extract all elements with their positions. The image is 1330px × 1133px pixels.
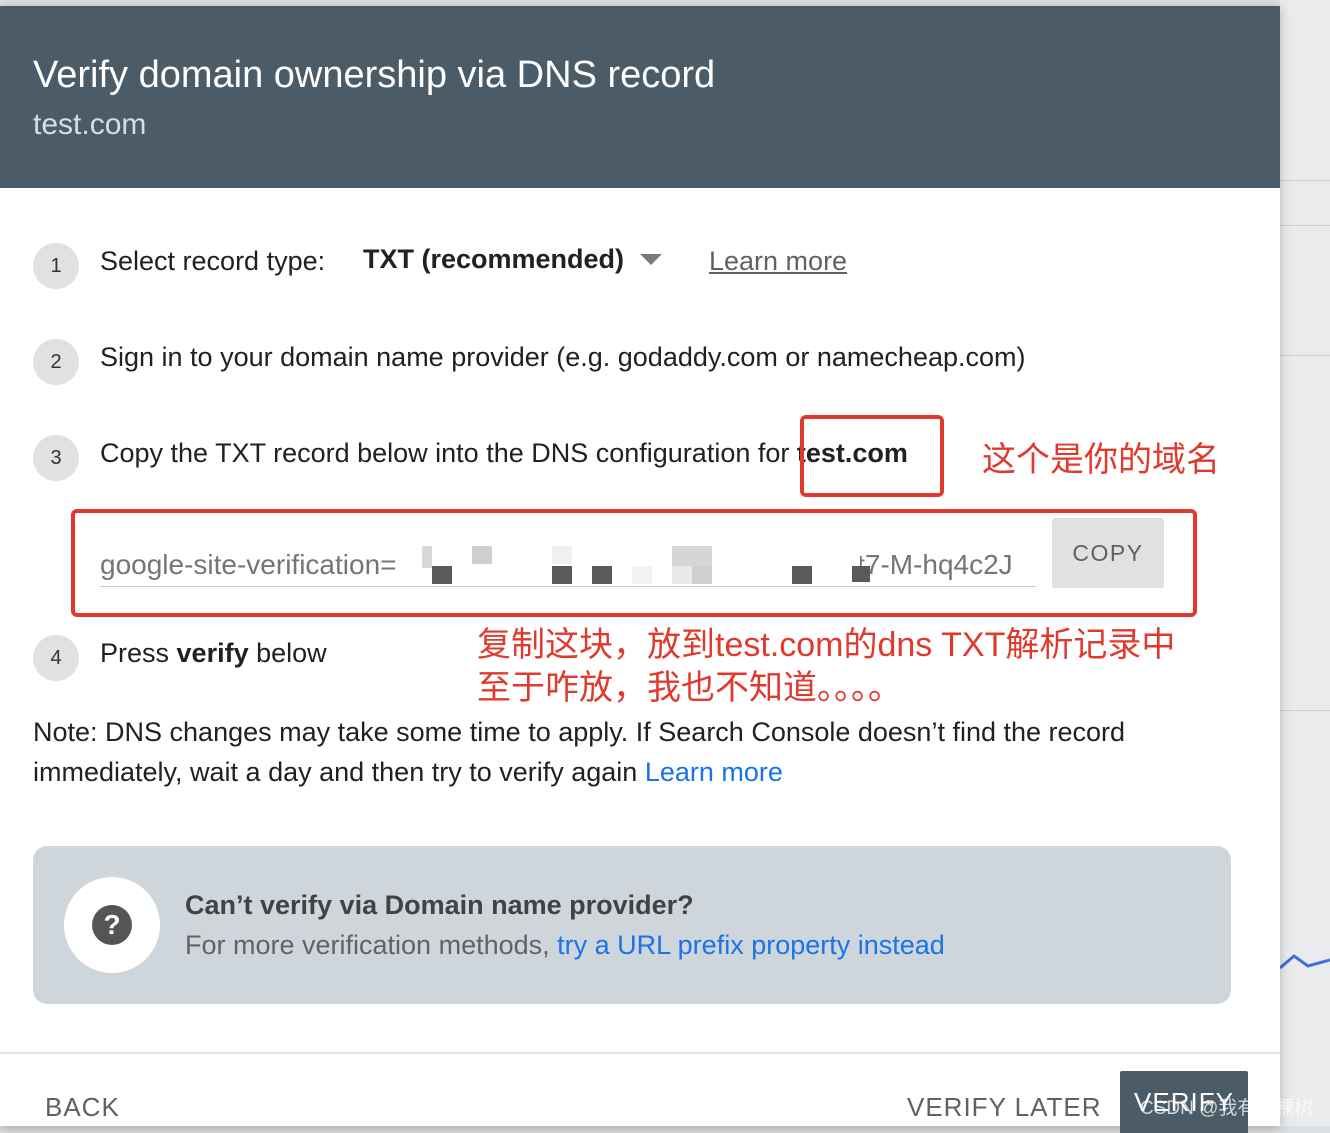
note-learn-more-link[interactable]: Learn more bbox=[645, 757, 783, 787]
url-prefix-link[interactable]: try a URL prefix property instead bbox=[557, 930, 945, 960]
step-3-label: Copy the TXT record below into the DNS c… bbox=[100, 438, 908, 469]
dialog-title: Verify domain ownership via DNS record bbox=[33, 54, 716, 96]
help-body-text: For more verification methods, bbox=[185, 930, 558, 960]
step-number-1: 1 bbox=[33, 243, 79, 289]
annotation-copy-note-2: 至于咋放，我也不知道。。。。 bbox=[477, 669, 902, 707]
background-chart-line bbox=[1280, 954, 1330, 970]
dropdown-arrow-icon bbox=[640, 254, 663, 265]
step-4-text-post: below bbox=[248, 638, 327, 668]
annotation-record-box bbox=[71, 509, 1197, 617]
step-number-3: 3 bbox=[33, 435, 79, 481]
annotation-domain-note: 这个是你的域名 bbox=[982, 441, 1220, 479]
annotation-copy-note-1: 复制这块，放到test.com的dns TXT解析记录中 bbox=[477, 626, 1176, 664]
background-divider bbox=[1280, 225, 1330, 226]
annotation-domain-box bbox=[800, 415, 944, 497]
dns-note-text: Note: DNS changes may take some time to … bbox=[33, 717, 1126, 787]
dialog-header: Verify domain ownership via DNS record t… bbox=[0, 6, 1280, 188]
help-icon-container: ? bbox=[64, 877, 160, 973]
learn-more-link[interactable]: Learn more bbox=[709, 246, 847, 277]
dns-note: Note: DNS changes may take some time to … bbox=[33, 712, 1233, 792]
step-number-2: 2 bbox=[33, 339, 79, 385]
step-1-label: Select record type: bbox=[100, 246, 326, 276]
verify-later-button[interactable]: VERIFY LATER bbox=[907, 1092, 1102, 1123]
record-type-value: TXT (recommended) bbox=[363, 244, 625, 274]
record-type-select[interactable]: TXT (recommended) bbox=[363, 244, 663, 275]
step-2-label: Sign in to your domain name provider (e.… bbox=[100, 342, 1026, 372]
step-number-4: 4 bbox=[33, 635, 79, 681]
footer-divider bbox=[0, 1052, 1280, 1054]
background-divider bbox=[1280, 355, 1330, 356]
step-4-label: Press verify below bbox=[100, 638, 327, 669]
step-4-text-pre: Press bbox=[100, 638, 177, 668]
background-divider bbox=[1280, 710, 1330, 711]
alternative-method-card: ? Can’t verify via Domain name provider?… bbox=[33, 846, 1231, 1004]
background-divider bbox=[1280, 180, 1330, 181]
dialog-subtitle: test.com bbox=[33, 108, 147, 141]
step-4-text-bold: verify bbox=[176, 638, 249, 668]
question-icon: ? bbox=[92, 905, 132, 945]
step-3-text: Copy the TXT record below into the DNS c… bbox=[100, 438, 797, 468]
help-body: For more verification methods, try a URL… bbox=[185, 930, 945, 961]
watermark: CSDN @我有一棵树 bbox=[1140, 1098, 1314, 1119]
back-button[interactable]: BACK bbox=[45, 1092, 120, 1123]
help-title: Can’t verify via Domain name provider? bbox=[185, 890, 694, 920]
